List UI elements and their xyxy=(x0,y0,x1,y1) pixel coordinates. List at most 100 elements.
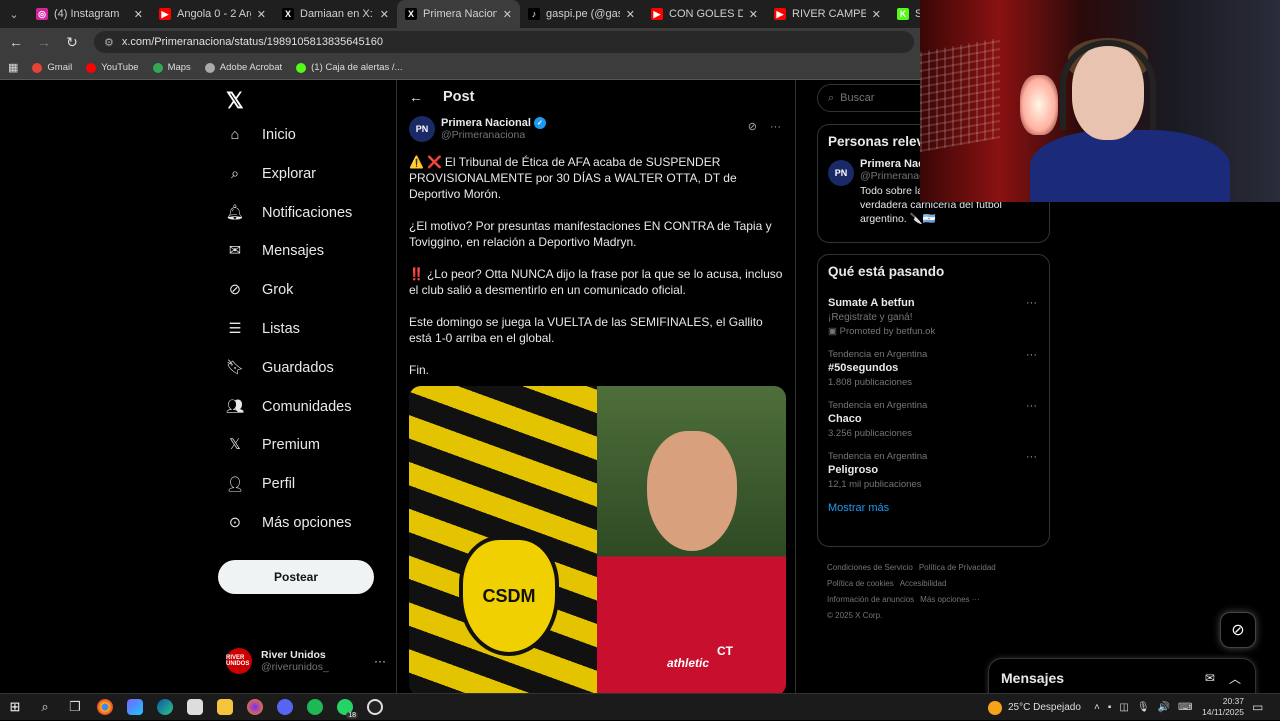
discord-icon[interactable] xyxy=(270,694,300,721)
apps-grid-icon[interactable]: ▦ xyxy=(8,61,18,74)
nav-item-mensajes[interactable]: ✉ Mensajes xyxy=(226,242,324,260)
browser-tab[interactable]: ♪ gaspi.pe (@gaspi.pe) ✕ xyxy=(520,0,643,28)
post-author: PN Primera Nacional ✓ @Primeranaciona ⊘ … xyxy=(409,116,787,142)
more-dots-icon[interactable]: ··· xyxy=(1026,297,1037,309)
bookmark-item[interactable]: (1) Caja de alertas /... xyxy=(296,62,402,73)
network-icon[interactable]: ◫ xyxy=(1119,702,1128,713)
site-info-icon[interactable]: ⚙ xyxy=(104,36,114,49)
author-handle[interactable]: @Primeranaciona xyxy=(441,129,546,141)
bookmark-item[interactable]: YouTube xyxy=(86,62,139,73)
footer-link[interactable]: Política de Privacidad xyxy=(919,563,996,572)
list-icon: ☰ xyxy=(228,321,242,337)
more-dots-icon[interactable]: ··· xyxy=(1026,451,1037,463)
nav-item-premium[interactable]: 𝕏 Premium xyxy=(226,436,320,454)
promoted-trend[interactable]: Sumate A betfun ¡Registrate y ganá! ▣ Pr… xyxy=(818,297,1049,337)
footer-link[interactable]: Condiciones de Servicio xyxy=(827,563,913,572)
browser-tab[interactable]: ▶ CON GOLES DE DOS ✕ xyxy=(643,0,766,28)
more-dots-icon[interactable]: ··· xyxy=(1026,349,1037,361)
nav-item-perfil[interactable]: 👤︎ Perfil xyxy=(226,475,295,493)
notifications-icon[interactable]: ▭ xyxy=(1252,700,1263,714)
close-icon[interactable]: ✕ xyxy=(134,8,143,21)
close-icon[interactable]: ✕ xyxy=(380,8,389,21)
account-switcher[interactable]: RIVER UNIDOS River Unidos @riverunidos_ … xyxy=(226,648,386,674)
task-view-icon[interactable]: ❐ xyxy=(60,694,90,721)
weather-widget[interactable]: 25°C Despejado xyxy=(988,694,1081,721)
nav-item-listas[interactable]: ☰ Listas xyxy=(226,320,300,338)
back-arrow-icon[interactable]: ← xyxy=(4,34,28,50)
obs-icon[interactable] xyxy=(360,694,390,721)
nav-item-notificaciones[interactable]: 🔔︎ Notificaciones xyxy=(226,204,352,222)
close-icon[interactable]: ✕ xyxy=(257,8,266,21)
grok-button[interactable]: ⊘ xyxy=(1220,612,1256,648)
close-icon[interactable]: ✕ xyxy=(749,8,758,21)
page-title: Post xyxy=(443,89,475,105)
footer-link[interactable]: Accesibilidad xyxy=(900,579,947,588)
footer-link[interactable]: Política de cookies xyxy=(827,579,894,588)
browser-tab[interactable]: X Damiaan en X: "@leo ✕ xyxy=(274,0,397,28)
tab-search-chevron-icon[interactable]: ⌄ xyxy=(0,0,28,28)
file-explorer-icon[interactable] xyxy=(210,694,240,721)
nav-item-label: Explorar xyxy=(262,165,316,182)
close-icon[interactable]: ✕ xyxy=(503,8,512,21)
avatar[interactable]: PN xyxy=(409,116,435,142)
reload-icon[interactable]: ↻ xyxy=(60,34,84,51)
post-paragraph: ‼️ ¿Lo peor? Otta NUNCA dijo la frase por… xyxy=(409,267,783,297)
app-tray-icon[interactable]: ▪ xyxy=(1108,702,1112,713)
microphone-icon[interactable]: 🎙 xyxy=(1137,702,1150,713)
footer-link[interactable]: Información de anuncios xyxy=(827,595,914,604)
trend-item[interactable]: Tendencia en Argentina #50segundos 1.808 p… xyxy=(818,349,1049,388)
post-button[interactable]: Postear xyxy=(218,560,374,594)
more-dots-icon[interactable]: ··· xyxy=(770,121,781,133)
avatar[interactable]: PN xyxy=(828,160,854,186)
show-more-link[interactable]: Mostrar más xyxy=(818,502,1049,514)
nav-item-inicio[interactable]: ⌂ Inicio xyxy=(226,126,296,144)
nav-item-label: Listas xyxy=(262,321,300,337)
more-dots-icon[interactable]: ··· xyxy=(374,654,386,668)
back-arrow-icon[interactable]: ← xyxy=(409,89,423,105)
messages-dock[interactable]: Mensajes ✉ ︿ xyxy=(988,658,1256,693)
whatsapp-icon[interactable]: 18 xyxy=(330,694,360,721)
coach-image[interactable]: athletic CT xyxy=(597,386,786,693)
spotify-icon[interactable] xyxy=(300,694,330,721)
address-bar[interactable]: ⚙ x.com/Primeranaciona/status/1989105813… xyxy=(94,31,914,53)
nav-item-grok[interactable]: ⊘ Grok xyxy=(226,281,294,299)
browser-tab[interactable]: ◎ (4) Instagram ✕ xyxy=(28,0,151,28)
bookmark-item[interactable]: Gmail xyxy=(32,62,72,73)
footer-link[interactable]: © 2025 X Corp. xyxy=(827,611,882,620)
footer-link[interactable]: Más opciones ··· xyxy=(920,595,980,604)
browser-tab[interactable]: ▶ RIVER CAMPEÓN LPF ✕ xyxy=(766,0,889,28)
bookmark-item[interactable]: Maps xyxy=(152,62,191,73)
chevron-up-icon[interactable]: ︿ xyxy=(1229,670,1241,687)
nav-item-más-opciones[interactable]: ⊙ Más opciones xyxy=(226,514,352,532)
nav-item-explorar[interactable]: ⌕ Explorar xyxy=(226,165,316,183)
search-icon[interactable]: ⌕ xyxy=(30,694,60,721)
chevron-up-icon[interactable]: ˄ xyxy=(1094,702,1100,713)
chrome-icon[interactable] xyxy=(90,694,120,721)
store-icon[interactable] xyxy=(180,694,210,721)
keyboard-icon[interactable]: ⌨ xyxy=(1178,702,1192,713)
x-logo-icon[interactable]: 𝕏 xyxy=(226,88,244,114)
clock[interactable]: 20:37 14/11/2025 xyxy=(1200,696,1244,718)
windows-start-icon[interactable]: ⊞ xyxy=(0,694,30,721)
bookmark-item[interactable]: Adobe Acrobat xyxy=(204,62,282,73)
forward-arrow-icon[interactable]: → xyxy=(32,34,56,50)
trend-item[interactable]: Tendencia en Argentina Chaco 3.256 publica… xyxy=(818,400,1049,439)
shirt-image[interactable]: CSDM xyxy=(409,386,597,693)
more-dots-icon[interactable]: ··· xyxy=(1026,400,1037,412)
author-name[interactable]: Primera Nacional xyxy=(441,117,531,129)
browser-tab[interactable]: ▶ Angola 0 - 2 Argentina ✕ xyxy=(151,0,274,28)
browser-tab[interactable]: X Primera Nacional en X ✕ xyxy=(397,0,520,28)
new-message-icon[interactable]: ✉ xyxy=(1205,671,1215,685)
close-icon[interactable]: ✕ xyxy=(626,8,635,21)
close-icon[interactable]: ✕ xyxy=(872,8,881,21)
trend-item[interactable]: Tendencia en Argentina Peligroso 12,1 mil … xyxy=(818,451,1049,490)
volume-icon[interactable]: 🔊 xyxy=(1158,702,1170,713)
post-media[interactable]: CSDM athletic CT xyxy=(409,386,786,693)
firefox-icon[interactable] xyxy=(240,694,270,721)
edge-icon[interactable] xyxy=(150,694,180,721)
grok-icon[interactable]: ⊘ xyxy=(748,121,757,133)
nav-item-comunidades[interactable]: 👥︎ Comunidades xyxy=(226,398,352,416)
copilot-icon[interactable] xyxy=(120,694,150,721)
person-icon: 👤︎ xyxy=(225,476,245,493)
nav-item-guardados[interactable]: 🔖︎ Guardados xyxy=(226,359,334,377)
